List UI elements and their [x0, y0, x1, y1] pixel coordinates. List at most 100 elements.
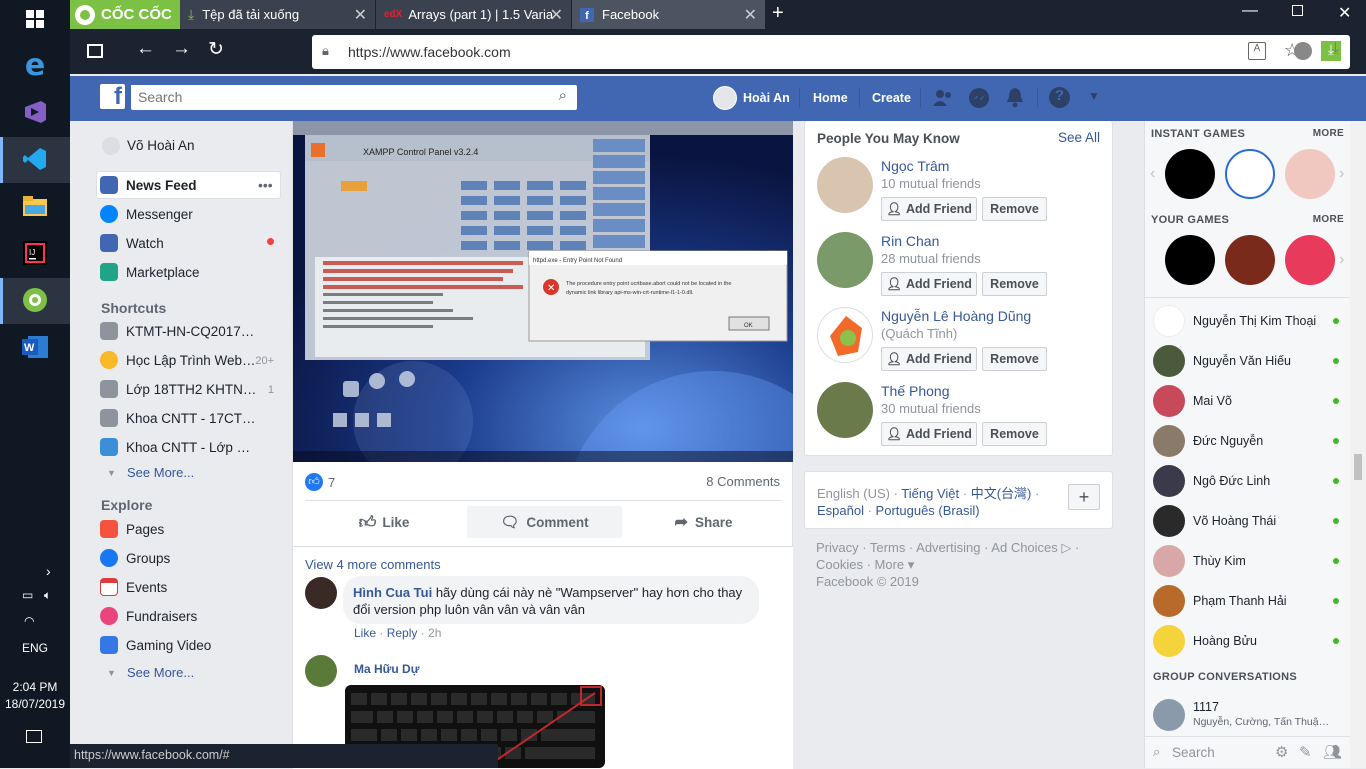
downloads-icon[interactable]: ⤓ [1332, 40, 1339, 58]
remove-button[interactable]: Remove [982, 197, 1047, 221]
add-friend-button[interactable]: 👤︎ Add Friend [881, 422, 977, 446]
add-friend-button[interactable]: 👤︎ Add Friend [881, 347, 977, 371]
profile-link[interactable]: Hoài An [743, 91, 790, 105]
comment-like-link[interactable]: Like [354, 626, 376, 640]
chat-search-input[interactable]: Search [1172, 745, 1215, 760]
avatar[interactable] [305, 655, 337, 687]
add-friend-button[interactable]: 👤︎ Add Friend [881, 197, 977, 221]
friend-requests-icon[interactable] [932, 88, 954, 111]
game-thumbnail[interactable] [1225, 235, 1275, 285]
more-link[interactable]: MORE [1313, 128, 1344, 139]
avatar[interactable] [817, 382, 873, 438]
notifications-icon[interactable] [1004, 86, 1026, 111]
sidebar-item-marketplace[interactable]: Marketplace [100, 261, 200, 283]
coccoc-logo[interactable]: CỐC CỐC [70, 0, 180, 29]
person-name[interactable]: Rin Chan [881, 233, 939, 249]
avatar[interactable] [305, 577, 337, 609]
avatar[interactable] [817, 307, 873, 363]
share-button[interactable]: ➦ Share [626, 506, 781, 538]
home-link[interactable]: Home [813, 91, 848, 105]
help-icon[interactable]: ? [1049, 87, 1070, 108]
explore-item-pages[interactable]: Pages [100, 518, 164, 540]
game-thumbnail[interactable] [1165, 235, 1215, 285]
chat-contact[interactable]: Hoàng Bửu [1153, 622, 1343, 660]
chat-contact[interactable]: Mai Võ [1153, 382, 1343, 420]
language-link[interactable]: Español [817, 503, 864, 518]
minimize-button[interactable]: — [1242, 2, 1258, 20]
chevron-right-icon[interactable]: › [1339, 165, 1344, 183]
person-name[interactable]: Nguyễn Lê Hoàng Dũng [881, 308, 1031, 324]
create-link[interactable]: Create [872, 91, 911, 105]
game-thumbnail[interactable] [1165, 149, 1215, 199]
view-more-comments[interactable]: View 4 more comments [305, 557, 441, 572]
sidebar-item-watch[interactable]: Watch [100, 232, 164, 254]
more-link[interactable]: MORE [1313, 214, 1344, 225]
close-icon[interactable]: ✕ [744, 5, 757, 25]
game-thumbnail[interactable] [1225, 149, 1275, 199]
add-friend-button[interactable]: 👤︎ Add Friend [881, 272, 977, 296]
chat-contact[interactable]: Võ Hoàng Thái [1153, 502, 1343, 540]
address-bar[interactable]: 🔒︎ https://www.facebook.com A ☆ ⤓ [312, 35, 1350, 69]
vscode-icon[interactable] [17, 141, 53, 177]
language-link[interactable]: 中文(台灣) [971, 486, 1032, 501]
game-thumbnail[interactable] [1285, 149, 1335, 199]
clock-time[interactable]: 2:04 PM [0, 680, 70, 694]
windows-start-icon[interactable] [17, 1, 53, 37]
remove-button[interactable]: Remove [982, 347, 1047, 371]
person-name[interactable]: Ngọc Trâm [881, 158, 949, 174]
close-icon[interactable]: ✕ [550, 5, 563, 25]
explore-item-events[interactable]: Events [100, 576, 167, 598]
clock-date[interactable]: 18/07/2019 [0, 697, 70, 711]
more-options-icon[interactable]: ••• [258, 177, 273, 193]
comment-author[interactable]: Ma Hữu Dự [354, 662, 419, 676]
chat-contact[interactable]: Ngô Đức Linh [1153, 462, 1343, 500]
avatar[interactable] [713, 86, 737, 110]
sidebar-user-name[interactable]: Võ Hoài An [127, 138, 195, 153]
avatar[interactable] [817, 232, 873, 288]
explore-item-fundraisers[interactable]: Fundraisers [100, 605, 197, 627]
intellij-icon[interactable]: IJ [17, 235, 53, 271]
language-link[interactable]: Tiếng Việt [901, 486, 959, 501]
visual-studio-icon[interactable] [17, 94, 53, 130]
volume-icon[interactable]: 🔈︎ [44, 588, 51, 603]
comments-count[interactable]: 8 Comments [706, 474, 780, 489]
chevron-right-icon[interactable]: › [46, 563, 51, 579]
facebook-logo[interactable]: f [100, 84, 125, 109]
search-icon[interactable]: ⌕ [559, 87, 567, 104]
chat-contact[interactable]: Phạm Thanh Hải [1153, 582, 1343, 620]
comment-reply-link[interactable]: Reply [387, 626, 418, 640]
edge-icon[interactable]: e [17, 47, 53, 83]
see-more-shortcuts[interactable]: See More... [127, 465, 194, 480]
avatar[interactable] [817, 157, 873, 213]
search-box[interactable]: ⌕ [131, 85, 577, 110]
chat-contact[interactable]: Nguyễn Văn Hiếu [1153, 342, 1343, 380]
battery-icon[interactable]: ▭ [22, 588, 33, 602]
add-language-button[interactable]: + [1068, 484, 1100, 510]
word-icon[interactable]: W [17, 329, 53, 365]
chevron-right-icon[interactable]: › [1339, 251, 1344, 269]
shortcut-item[interactable]: Lớp 18TTH2 KHTN… [100, 378, 256, 400]
language-indicator[interactable]: ENG [0, 641, 70, 655]
wifi-icon[interactable]: ◠ [24, 614, 34, 628]
language-link[interactable]: Português (Brasil) [876, 503, 980, 518]
remove-button[interactable]: Remove [982, 272, 1047, 296]
account-menu-icon[interactable]: ▼ [1088, 89, 1100, 103]
tab-edx[interactable]: edX Arrays (part 1) | 1.5 Variab ✕ [376, 0, 571, 29]
chat-contact[interactable]: Đức Nguyễn [1153, 422, 1343, 460]
game-thumbnail[interactable] [1285, 235, 1335, 285]
see-more-explore[interactable]: See More... [127, 665, 194, 680]
chevron-left-icon[interactable]: ‹ [1150, 165, 1155, 183]
post-photo[interactable]: httpd.exe - Entry Point Not Found ✕ The … [293, 121, 793, 462]
avatar[interactable] [1153, 699, 1185, 731]
shortcut-item[interactable]: Học Lập Trình Web… [100, 349, 256, 371]
reload-icon[interactable]: ↻ [208, 38, 224, 61]
new-tab-button[interactable]: + [772, 2, 784, 25]
translate-icon[interactable]: A [1248, 42, 1266, 60]
person-name[interactable]: Thế Phong [881, 383, 950, 399]
sidebar-item-news-feed-row[interactable]: News Feed [100, 174, 197, 196]
footer-line[interactable]: Cookies · More ▾ [816, 556, 1079, 573]
sidebar-toggle-icon[interactable] [87, 44, 103, 58]
sidebar-item-messenger[interactable]: Messenger [100, 203, 193, 225]
footer-line[interactable]: Privacy · Terms · Advertising · Ad Choic… [816, 539, 1079, 556]
chat-contact[interactable]: Nguyễn Thị Kim Thoại [1153, 302, 1343, 340]
